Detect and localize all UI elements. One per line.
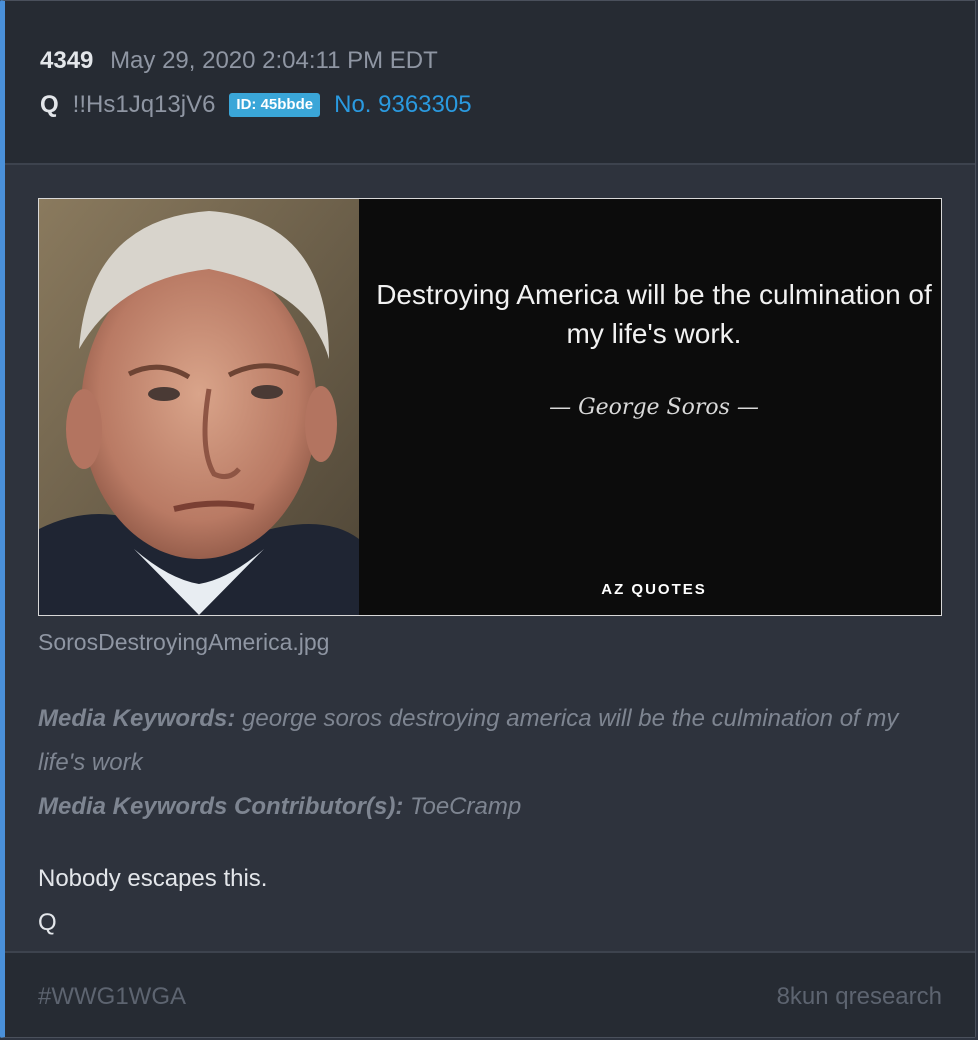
- board-name: 8kun qresearch: [776, 983, 942, 1010]
- post-number[interactable]: 4349: [40, 47, 93, 74]
- post-card: 4349 May 29, 2020 2:04:11 PM EDT Q !!Hs1…: [0, 0, 976, 1038]
- quote-text: Destroying America will be the culminati…: [376, 279, 932, 349]
- portrait-image: [39, 199, 359, 615]
- post-footer: #WWG1WGA 8kun qresearch: [5, 951, 975, 1037]
- tripcode: !!Hs1Jq13jV6: [72, 91, 216, 118]
- post-header: 4349 May 29, 2020 2:04:11 PM EDT Q !!Hs1…: [5, 1, 975, 165]
- post-message: Nobody escapes this. Q: [38, 857, 267, 945]
- message-signature: Q: [38, 909, 57, 936]
- brand-logo: AZ QUOTES: [601, 581, 707, 598]
- author-name: Q: [40, 91, 59, 118]
- keywords-label: Media Keywords:: [38, 705, 236, 732]
- attached-image[interactable]: Destroying America will be the culminati…: [38, 198, 942, 616]
- contributor-value: ToeCramp: [410, 793, 522, 820]
- post-datetime: May 29, 2020 2:04:11 PM EDT: [110, 47, 438, 74]
- image-filename[interactable]: SorosDestroyingAmerica.jpg: [38, 629, 329, 656]
- hashtag: #WWG1WGA: [38, 983, 186, 1010]
- post-number-link[interactable]: No. 9363305: [334, 91, 471, 119]
- media-keywords: Media Keywords: george soros destroying …: [38, 697, 938, 829]
- id-badge[interactable]: ID: 45bbde: [229, 93, 321, 117]
- message-line: Nobody escapes this.: [38, 865, 268, 892]
- post-meta-row: 4349 May 29, 2020 2:04:11 PM EDT: [40, 47, 438, 75]
- contributor-label: Media Keywords Contributor(s):: [38, 793, 404, 820]
- author-row: Q !!Hs1Jq13jV6 ID: 45bbde No. 9363305: [40, 91, 472, 119]
- quote-attribution: — George Soros —: [549, 395, 759, 420]
